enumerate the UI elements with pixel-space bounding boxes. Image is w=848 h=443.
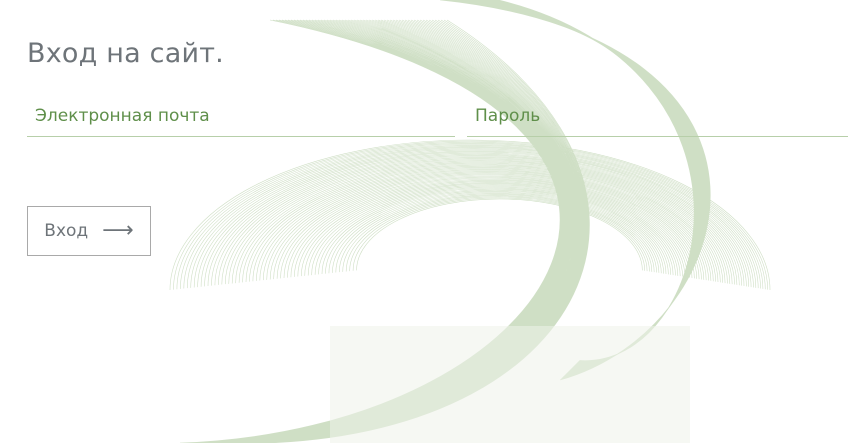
page-title: Вход на сайт. bbox=[27, 38, 224, 69]
password-field-container bbox=[467, 96, 848, 137]
login-button[interactable]: Вход ⟶ bbox=[27, 206, 151, 256]
arrow-right-icon: ⟶ bbox=[102, 218, 134, 243]
email-field-container bbox=[27, 96, 455, 137]
login-page: Вход на сайт. Вход ⟶ bbox=[0, 0, 848, 443]
email-field[interactable] bbox=[27, 96, 455, 136]
password-field[interactable] bbox=[467, 96, 848, 136]
login-button-label: Вход bbox=[44, 221, 89, 241]
